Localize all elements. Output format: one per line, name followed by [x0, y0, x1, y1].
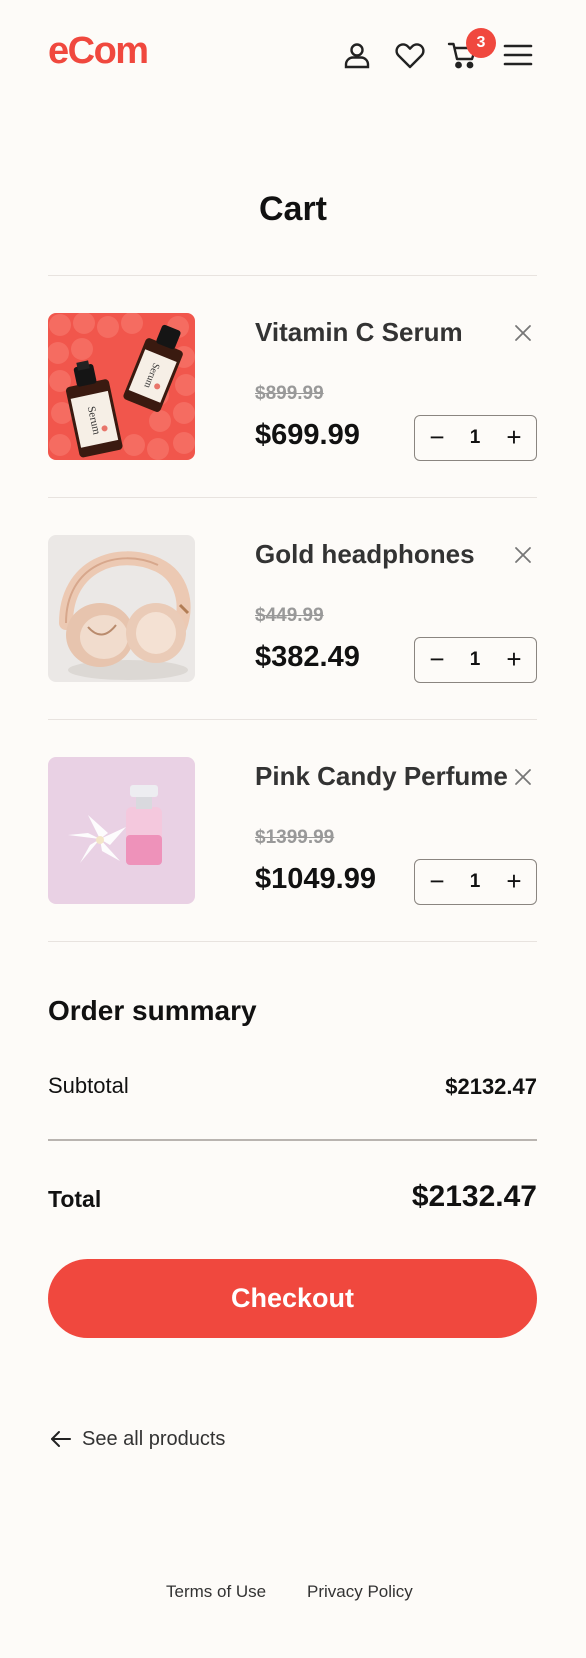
terms-of-use-link[interactable]: Terms of Use — [166, 1582, 266, 1602]
total-value: $2132.47 — [411, 1180, 537, 1213]
decrease-quantity-button[interactable]: − — [417, 416, 457, 459]
divider — [48, 941, 537, 942]
see-all-products-label: See all products — [82, 1427, 226, 1450]
sale-price: $382.49 — [255, 641, 360, 673]
quantity-stepper: − 1 + — [414, 637, 537, 683]
original-price: $449.99 — [255, 605, 324, 626]
total-label: Total — [48, 1186, 102, 1212]
sale-price: $699.99 — [255, 419, 360, 451]
decrease-quantity-button[interactable]: − — [417, 860, 457, 903]
cart-item: Serum Serum Vitamin C Serum $899.99 $699… — [48, 313, 537, 461]
close-icon[interactable] — [513, 323, 533, 343]
product-name[interactable]: Pink Candy Perfume — [255, 761, 508, 792]
quantity-stepper: − 1 + — [414, 859, 537, 905]
divider — [48, 275, 537, 276]
increase-quantity-button[interactable]: + — [494, 638, 534, 681]
divider — [48, 497, 537, 498]
original-price: $1399.99 — [255, 827, 335, 848]
sale-price: $1049.99 — [255, 863, 376, 895]
quantity-value[interactable]: 1 — [455, 416, 495, 459]
subtotal-label: Subtotal — [48, 1073, 129, 1098]
divider — [48, 719, 537, 720]
decrease-quantity-button[interactable]: − — [417, 638, 457, 681]
product-name[interactable]: Gold headphones — [255, 539, 475, 570]
privacy-policy-link[interactable]: Privacy Policy — [307, 1582, 413, 1602]
cart-item: Pink Candy Perfume $1399.99 $1049.99 − 1… — [48, 757, 537, 905]
close-icon[interactable] — [513, 545, 533, 565]
product-image-headphones[interactable] — [48, 535, 195, 682]
page-title: Cart — [258, 190, 328, 228]
subtotal-value: $2132.47 — [445, 1074, 537, 1099]
heart-icon[interactable] — [393, 38, 427, 72]
close-icon[interactable] — [513, 767, 533, 787]
increase-quantity-button[interactable]: + — [494, 416, 534, 459]
user-icon[interactable] — [340, 38, 374, 72]
cart-count-badge: 3 — [466, 28, 496, 58]
cart-item: Gold headphones $449.99 $382.49 − 1 + — [48, 535, 537, 683]
see-all-products-link[interactable]: See all products — [48, 1424, 225, 1454]
product-image-serum[interactable]: Serum Serum — [48, 313, 195, 460]
summary-divider — [48, 1139, 537, 1141]
arrow-left-icon — [51, 1431, 71, 1447]
increase-quantity-button[interactable]: + — [494, 860, 534, 903]
quantity-stepper: − 1 + — [414, 415, 537, 461]
menu-icon[interactable] — [502, 38, 536, 72]
logo[interactable]: eCom — [48, 30, 149, 73]
order-summary-title: Order summary — [48, 995, 257, 1026]
product-image-perfume[interactable] — [48, 757, 195, 904]
quantity-value[interactable]: 1 — [455, 860, 495, 903]
original-price: $899.99 — [255, 383, 324, 404]
checkout-button[interactable]: Checkout — [48, 1259, 537, 1338]
quantity-value[interactable]: 1 — [455, 638, 495, 681]
product-name[interactable]: Vitamin C Serum — [255, 317, 463, 348]
header: eCom 3 — [0, 0, 586, 110]
